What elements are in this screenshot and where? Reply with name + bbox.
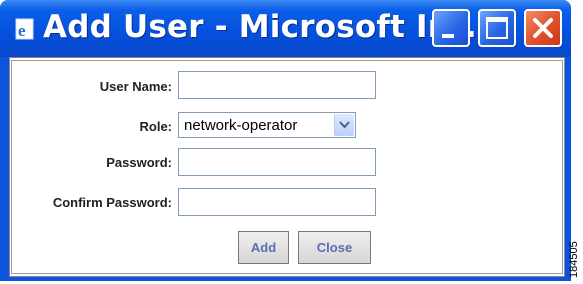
close-icon — [533, 18, 553, 38]
username-label: User Name: — [99, 79, 172, 94]
role-select[interactable]: network-operator — [178, 112, 356, 138]
password-input[interactable] — [178, 148, 376, 176]
minimize-button[interactable] — [432, 9, 470, 47]
chevron-down-icon — [339, 121, 350, 129]
minimize-icon — [442, 34, 454, 38]
svg-text:e: e — [18, 21, 26, 40]
maximize-button[interactable] — [478, 9, 516, 47]
password-label: Password: — [106, 155, 172, 170]
username-input[interactable] — [178, 71, 376, 99]
maximize-icon — [486, 17, 508, 39]
title-bar[interactable]: e Add User - Microsoft Int... — [0, 0, 571, 57]
figure-code: 184505 — [568, 241, 580, 278]
role-selected-value: network-operator — [184, 117, 298, 134]
ie-page-icon: e — [13, 17, 37, 41]
confirm-password-input[interactable] — [178, 188, 376, 216]
confirm-password-label: Confirm Password: — [52, 195, 172, 210]
add-button[interactable]: Add — [238, 231, 289, 264]
role-label: Role: — [139, 119, 173, 134]
close-window-button[interactable] — [524, 9, 562, 47]
close-button[interactable]: Close — [298, 231, 371, 264]
role-dropdown-button[interactable] — [334, 114, 354, 136]
